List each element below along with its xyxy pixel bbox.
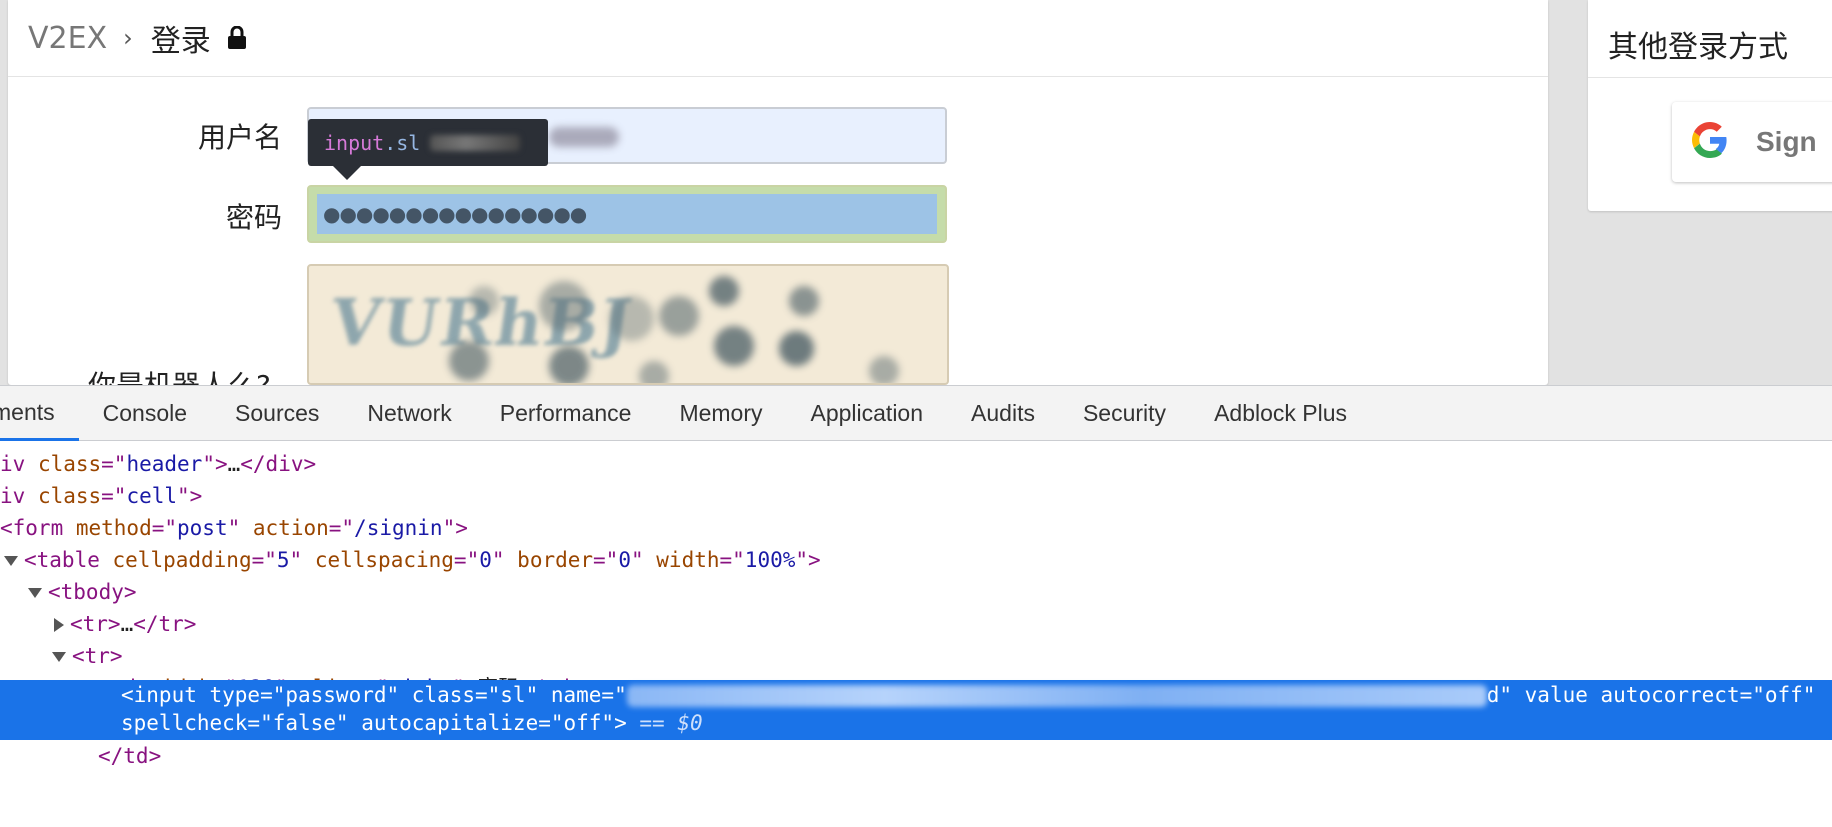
dom-node-cell[interactable]: iv class="cell"> (0, 480, 202, 512)
captcha-image: VURhBJ (307, 264, 949, 385)
username-label: 用户名 (197, 121, 282, 154)
tab-performance[interactable]: Performance (476, 386, 656, 441)
page-title: 登录 (150, 24, 211, 59)
tab-sources[interactable]: Sources (211, 386, 343, 441)
password-value: ●●●●●●●●●●●●●●●● (317, 194, 937, 234)
expand-triangle-icon[interactable] (4, 556, 18, 566)
tab-audits[interactable]: Audits (947, 386, 1059, 441)
devtools-panel: ments Console Sources Network Performanc… (0, 385, 1832, 827)
google-signin-label: Sign (1756, 126, 1817, 157)
dom-node-tr[interactable]: <tr> (52, 640, 123, 672)
dom-node-tbody[interactable]: <tbody> (28, 576, 137, 608)
expand-triangle-icon[interactable] (28, 588, 42, 598)
tab-elements[interactable]: ments (0, 386, 79, 441)
google-icon (1692, 122, 1728, 162)
tooltip-tag: input (324, 130, 385, 155)
tab-security[interactable]: Security (1059, 386, 1190, 441)
password-label: 密码 (225, 201, 282, 234)
tooltip-arrow (333, 166, 361, 180)
alternate-login-box: 其他登录方式 Sign (1588, 0, 1832, 211)
selected-node-line-1: <input type="password" class="sl" name="… (121, 683, 1816, 707)
tab-adblock-plus[interactable]: Adblock Plus (1190, 386, 1371, 441)
screen: V2EX › 登录 用户名 密码 ●●●●●●●●●●●●●●●● VURhBJ (0, 0, 1832, 827)
login-box: V2EX › 登录 用户名 密码 ●●●●●●●●●●●●●●●● VURhBJ (8, 0, 1548, 402)
username-value-redacted (549, 127, 619, 147)
divider (1588, 77, 1832, 78)
dom-node-form[interactable]: <form method="post" action="/signin"> (0, 512, 468, 544)
devtools-tab-bar: ments Console Sources Network Performanc… (0, 386, 1832, 441)
selected-dom-node-input[interactable]: <input type="password" class="sl" name="… (0, 680, 1832, 740)
breadcrumb-separator: › (123, 24, 133, 52)
dom-node-table[interactable]: <table cellpadding="5" cellspacing="0" b… (4, 544, 821, 576)
input-name-redacted (626, 685, 1487, 707)
breadcrumb-home-link[interactable]: V2EX (28, 21, 107, 56)
breadcrumb: V2EX › 登录 (8, 0, 1548, 77)
alternate-login-title: 其他登录方式 (1608, 30, 1788, 65)
collapse-triangle-icon[interactable] (54, 618, 64, 632)
dom-node-header[interactable]: iv class="header">…</div> (0, 448, 316, 480)
tooltip-size-redacted (430, 134, 521, 151)
dom-node-td-close[interactable]: </td> (98, 740, 161, 772)
tab-memory[interactable]: Memory (655, 386, 786, 441)
dom-tree: iv class="header">…</div> iv class="cell… (0, 441, 1832, 827)
element-inspect-tooltip: input .sl (308, 119, 548, 166)
password-input[interactable]: ●●●●●●●●●●●●●●●● (307, 185, 947, 243)
google-signin-button[interactable]: Sign (1672, 102, 1832, 182)
selected-node-line-2: spellcheck="false" autocapitalize="off">… (121, 711, 703, 735)
dom-node-tr-collapsed[interactable]: <tr>…</tr> (54, 608, 196, 640)
tab-console[interactable]: Console (79, 386, 211, 441)
tab-application[interactable]: Application (787, 386, 948, 441)
tooltip-class: .sl (384, 130, 421, 155)
lock-icon (227, 25, 247, 50)
selected-node-marker: == $0 (639, 711, 703, 735)
expand-triangle-icon[interactable] (52, 652, 66, 662)
tab-network[interactable]: Network (343, 386, 475, 441)
